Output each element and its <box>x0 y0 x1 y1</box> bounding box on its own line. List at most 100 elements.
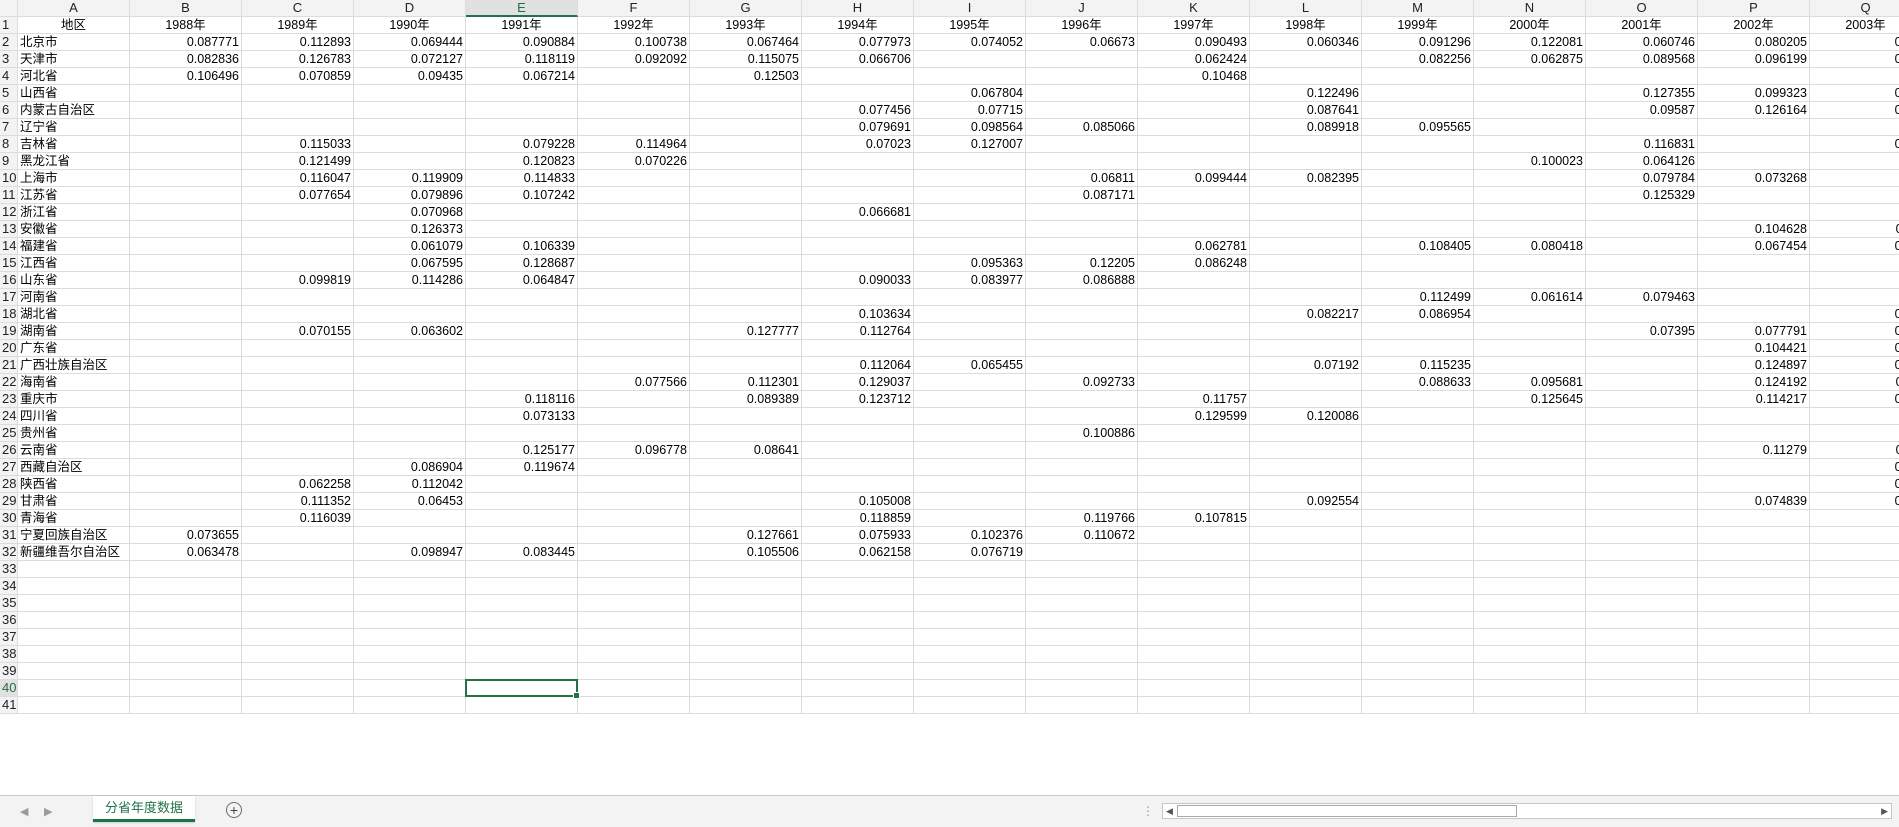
cell-p10[interactable]: 0.073268 <box>1698 170 1810 187</box>
cell-o38[interactable] <box>1586 646 1698 663</box>
cell-i30[interactable] <box>914 510 1026 527</box>
cell-q32[interactable] <box>1810 544 1899 561</box>
cell-b2[interactable]: 0.087771 <box>130 34 242 51</box>
cell-j15[interactable]: 0.12205 <box>1026 255 1138 272</box>
cell-p8[interactable] <box>1698 136 1810 153</box>
cell-p38[interactable] <box>1698 646 1810 663</box>
cell-d10[interactable]: 0.119909 <box>354 170 466 187</box>
cell-p34[interactable] <box>1698 578 1810 595</box>
cell-f40[interactable] <box>578 680 690 697</box>
cell-l21[interactable]: 0.07192 <box>1250 357 1362 374</box>
row-header-11[interactable]: 11 <box>0 187 18 204</box>
cell-d28[interactable]: 0.112042 <box>354 476 466 493</box>
cell-f27[interactable] <box>578 459 690 476</box>
cell-b26[interactable] <box>130 442 242 459</box>
cell-q26[interactable]: 0.11 <box>1810 442 1899 459</box>
cell-k29[interactable] <box>1138 493 1250 510</box>
cell-d9[interactable] <box>354 153 466 170</box>
cell-n16[interactable] <box>1474 272 1586 289</box>
cell-l11[interactable] <box>1250 187 1362 204</box>
cell-i16[interactable]: 0.083977 <box>914 272 1026 289</box>
cell-q29[interactable]: 0.09 <box>1810 493 1899 510</box>
cell-q22[interactable]: 0.11 <box>1810 374 1899 391</box>
cell-l16[interactable] <box>1250 272 1362 289</box>
cell-a17[interactable]: 河南省 <box>18 289 130 306</box>
cell-l10[interactable]: 0.082395 <box>1250 170 1362 187</box>
cell-e1[interactable]: 1991年 <box>466 17 578 34</box>
cell-b23[interactable] <box>130 391 242 408</box>
cell-p12[interactable] <box>1698 204 1810 221</box>
cell-f32[interactable] <box>578 544 690 561</box>
cell-k13[interactable] <box>1138 221 1250 238</box>
cell-b9[interactable] <box>130 153 242 170</box>
row-header-38[interactable]: 38 <box>0 646 18 663</box>
cell-a34[interactable] <box>18 578 130 595</box>
cell-a33[interactable] <box>18 561 130 578</box>
cell-n22[interactable]: 0.095681 <box>1474 374 1586 391</box>
cell-d15[interactable]: 0.067595 <box>354 255 466 272</box>
cell-f21[interactable] <box>578 357 690 374</box>
spreadsheet-grid[interactable]: A B C D E F G H I J K L M N O P Q 1 地区 1988年 1989年 1990年 1991年… <box>0 0 1899 795</box>
cell-m10[interactable] <box>1362 170 1474 187</box>
cell-o11[interactable]: 0.125329 <box>1586 187 1698 204</box>
cell-n21[interactable] <box>1474 357 1586 374</box>
column-header-a[interactable]: A <box>18 0 130 17</box>
cell-a32[interactable]: 新疆维吾尔自治区 <box>18 544 130 561</box>
cell-j5[interactable] <box>1026 85 1138 102</box>
cell-f15[interactable] <box>578 255 690 272</box>
column-header-e[interactable]: E <box>466 0 578 17</box>
cell-k7[interactable] <box>1138 119 1250 136</box>
cell-p5[interactable]: 0.099323 <box>1698 85 1810 102</box>
cell-f11[interactable] <box>578 187 690 204</box>
cell-m38[interactable] <box>1362 646 1474 663</box>
cell-b15[interactable] <box>130 255 242 272</box>
cell-g7[interactable] <box>690 119 802 136</box>
cell-q8[interactable]: 0.07 <box>1810 136 1899 153</box>
cell-e5[interactable] <box>466 85 578 102</box>
row-header-2[interactable]: 2 <box>0 34 18 51</box>
cell-a40[interactable] <box>18 680 130 697</box>
cell-d31[interactable] <box>354 527 466 544</box>
row-header-37[interactable]: 37 <box>0 629 18 646</box>
cell-o39[interactable] <box>1586 663 1698 680</box>
cell-q16[interactable] <box>1810 272 1899 289</box>
cell-c9[interactable]: 0.121499 <box>242 153 354 170</box>
cell-q12[interactable]: 0.0 <box>1810 204 1899 221</box>
cell-c38[interactable] <box>242 646 354 663</box>
cell-k3[interactable]: 0.062424 <box>1138 51 1250 68</box>
cell-a37[interactable] <box>18 629 130 646</box>
cell-n15[interactable] <box>1474 255 1586 272</box>
cell-k5[interactable] <box>1138 85 1250 102</box>
cell-e13[interactable] <box>466 221 578 238</box>
cell-b33[interactable] <box>130 561 242 578</box>
cell-h6[interactable]: 0.077456 <box>802 102 914 119</box>
cell-p13[interactable]: 0.104628 <box>1698 221 1810 238</box>
cell-d39[interactable] <box>354 663 466 680</box>
cell-h32[interactable]: 0.062158 <box>802 544 914 561</box>
cell-i22[interactable] <box>914 374 1026 391</box>
cell-d1[interactable]: 1990年 <box>354 17 466 34</box>
cell-k30[interactable]: 0.107815 <box>1138 510 1250 527</box>
cell-g21[interactable] <box>690 357 802 374</box>
cell-c40[interactable] <box>242 680 354 697</box>
cell-p15[interactable] <box>1698 255 1810 272</box>
cell-d38[interactable] <box>354 646 466 663</box>
cell-f9[interactable]: 0.070226 <box>578 153 690 170</box>
cell-e4[interactable]: 0.067214 <box>466 68 578 85</box>
cell-c7[interactable] <box>242 119 354 136</box>
cell-p17[interactable] <box>1698 289 1810 306</box>
cell-i27[interactable] <box>914 459 1026 476</box>
cell-e20[interactable] <box>466 340 578 357</box>
cell-i39[interactable] <box>914 663 1026 680</box>
cell-c11[interactable]: 0.077654 <box>242 187 354 204</box>
cell-b31[interactable]: 0.073655 <box>130 527 242 544</box>
row-header-31[interactable]: 31 <box>0 527 18 544</box>
cell-m20[interactable] <box>1362 340 1474 357</box>
row-header-4[interactable]: 4 <box>0 68 18 85</box>
cell-d27[interactable]: 0.086904 <box>354 459 466 476</box>
cell-h5[interactable] <box>802 85 914 102</box>
cell-j40[interactable] <box>1026 680 1138 697</box>
cell-n40[interactable] <box>1474 680 1586 697</box>
cell-q19[interactable]: 0.09 <box>1810 323 1899 340</box>
cell-d33[interactable] <box>354 561 466 578</box>
